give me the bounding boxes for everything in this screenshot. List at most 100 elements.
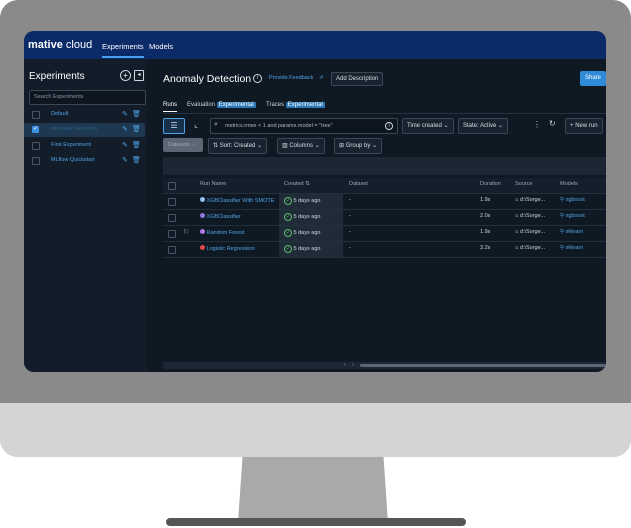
scroll-left-icon[interactable]: ‹: [344, 362, 346, 368]
sort-dropdown[interactable]: ⇅ Sort: Created ⌄: [208, 138, 268, 154]
search-experiments-input[interactable]: Search Experiments: [29, 90, 146, 105]
datasets-label: Datasets: [168, 142, 190, 148]
success-icon: ✓: [284, 197, 292, 205]
search-icon: ⌕: [214, 121, 218, 128]
column-header-created[interactable]: Created ⇅: [284, 181, 310, 187]
chevron-down-icon: ⌄: [191, 142, 196, 148]
runs-search-input[interactable]: ⌕ metrics.rmse < 1 and params.model = "t…: [210, 118, 398, 134]
refresh-icon[interactable]: ↻: [549, 119, 556, 128]
chevron-down-icon: ⌄: [443, 123, 449, 129]
edit-icon[interactable]: ✎: [122, 125, 128, 133]
external-link-icon: ⇗: [318, 75, 324, 81]
table-row[interactable]: Logistic Regression ✓ 5 days ago - 3.2s …: [163, 242, 606, 258]
success-icon: ✓: [284, 229, 292, 237]
group-by-dropdown[interactable]: ⊞ Group by ⌄: [334, 138, 383, 154]
sidebar-item-checkbox[interactable]: [32, 157, 40, 165]
add-description-button[interactable]: Add Description: [331, 72, 384, 86]
row-checkbox[interactable]: [168, 230, 176, 238]
table-view-icon[interactable]: ☰: [163, 118, 185, 134]
column-header-source[interactable]: Source: [515, 181, 532, 187]
group-by-label: Group by: [345, 143, 371, 149]
model-icon: ⚲: [560, 229, 565, 235]
dataset-value: -: [349, 197, 351, 203]
select-all-checkbox[interactable]: [168, 182, 176, 190]
chevron-down-icon: ⌄: [257, 143, 263, 149]
tab-runs[interactable]: Runs: [163, 102, 178, 112]
sidebar-item-checkbox[interactable]: [32, 111, 40, 119]
sidebar-item-checkbox[interactable]: [32, 142, 40, 150]
delete-icon[interactable]: 🗑: [132, 110, 141, 118]
delete-icon[interactable]: 🗑: [132, 125, 141, 133]
sidebar-item-label: First Experiment: [51, 142, 92, 148]
brand-logo[interactable]: mative cloud: [28, 39, 92, 51]
time-created-dropdown[interactable]: Time created ⌄: [402, 118, 454, 134]
column-header-models[interactable]: Models: [560, 181, 578, 187]
sidebar-item-checkbox-checked[interactable]: ✓: [32, 126, 39, 133]
source-icon: ⌂: [515, 229, 519, 235]
monitor-chin: [0, 403, 631, 457]
sidebar-item-anomaly-detection[interactable]: ✓ Anomaly Detection ✎ 🗑: [24, 123, 145, 137]
share-button[interactable]: Share: [580, 71, 606, 86]
delete-icon[interactable]: 🗑: [132, 156, 141, 164]
created-value: 5 days ago: [293, 198, 321, 204]
tab-evaluation[interactable]: Evaluation Experimental: [187, 102, 256, 108]
scrollbar-thumb[interactable]: [360, 364, 606, 367]
table-row[interactable]: XGBClassifier With SMOTE ✓ 5 days ago - …: [163, 194, 606, 210]
column-header-dataset[interactable]: Dataset: [349, 181, 368, 187]
horizontal-scrollbar[interactable]: ‹ ›: [163, 362, 606, 369]
run-name-link[interactable]: Random Forest: [207, 230, 245, 236]
plus-icon: +: [570, 123, 574, 129]
info-icon[interactable]: i: [253, 74, 262, 83]
model-link[interactable]: sklearn: [566, 229, 584, 235]
experimental-badge: Experimental: [285, 102, 325, 108]
delete-icon[interactable]: 🗑: [132, 141, 141, 149]
model-link[interactable]: xgboost: [566, 197, 585, 203]
column-header-run-name[interactable]: Run Name: [200, 181, 226, 187]
edit-icon[interactable]: ✎: [122, 141, 128, 149]
nav-models[interactable]: Models: [149, 42, 173, 51]
row-checkbox[interactable]: [168, 246, 176, 254]
model-link[interactable]: xgboost: [566, 213, 585, 219]
duration-value: 3.2s: [480, 245, 491, 251]
created-value: 5 days ago: [293, 214, 321, 220]
column-header-duration[interactable]: Duration: [480, 181, 501, 187]
new-run-button[interactable]: + New run: [565, 118, 603, 134]
chevron-down-icon: ⌄: [314, 143, 320, 149]
table-row[interactable]: XGBClassifier ✓ 5 days ago - 2.0s ⌂ d:\S…: [163, 210, 606, 226]
dataset-value: -: [349, 213, 351, 219]
model-icon: ⚲: [560, 197, 565, 203]
columns-dropdown[interactable]: ▥ Columns ⌄: [277, 138, 325, 154]
sidebar-item-default[interactable]: Default ✎ 🗑: [24, 108, 145, 122]
more-options-icon[interactable]: ⋮: [533, 120, 541, 129]
run-name-link[interactable]: XGBClassifier With SMOTE: [207, 198, 275, 204]
nav-experiments[interactable]: Experiments: [102, 42, 144, 58]
scroll-right-icon[interactable]: ›: [352, 362, 354, 368]
run-name-link[interactable]: Logistic Regression: [207, 246, 255, 252]
row-checkbox[interactable]: [168, 198, 176, 206]
model-icon: ⚲: [560, 213, 565, 219]
run-color-dot: [200, 197, 205, 202]
page-title: Anomaly Detection: [163, 73, 252, 85]
run-name-link[interactable]: XGBClassifier: [207, 214, 241, 220]
collapse-sidebar-icon[interactable]: ◂: [134, 70, 144, 81]
runs-table: Run Name Created ⇅ Dataset Duration Sour…: [163, 157, 606, 367]
chart-view-icon[interactable]: ⌞: [187, 118, 205, 132]
pin-icon[interactable]: ⚐: [183, 228, 189, 236]
tab-traces[interactable]: Traces Experimental: [266, 102, 325, 108]
edit-icon[interactable]: ✎: [122, 156, 128, 164]
add-experiment-icon[interactable]: +: [120, 70, 131, 81]
row-checkbox[interactable]: [168, 214, 176, 222]
search-query: metrics.rmse < 1 and params.model = "tre…: [225, 123, 333, 129]
edit-icon[interactable]: ✎: [122, 110, 128, 118]
provide-feedback-link[interactable]: Provide Feedback ⇗: [269, 75, 323, 81]
sidebar-item-first-experiment[interactable]: First Experiment ✎ 🗑: [24, 139, 145, 153]
run-color-dot: [200, 229, 205, 234]
search-help-icon[interactable]: i: [385, 122, 393, 130]
state-dropdown[interactable]: State: Active ⌄: [458, 118, 509, 134]
table-row[interactable]: ⚐ Random Forest ✓ 5 days ago - 1.9s ⌂ d:…: [163, 226, 606, 242]
model-link[interactable]: sklearn: [566, 245, 584, 251]
model-icon: ⚲: [560, 245, 565, 251]
datasets-dropdown[interactable]: Datasets ⌄: [163, 138, 203, 152]
tab-traces-label: Traces: [266, 102, 285, 108]
sidebar-item-mlflow-quickstart[interactable]: MLflow Quickstart ✎ 🗑: [24, 154, 145, 168]
